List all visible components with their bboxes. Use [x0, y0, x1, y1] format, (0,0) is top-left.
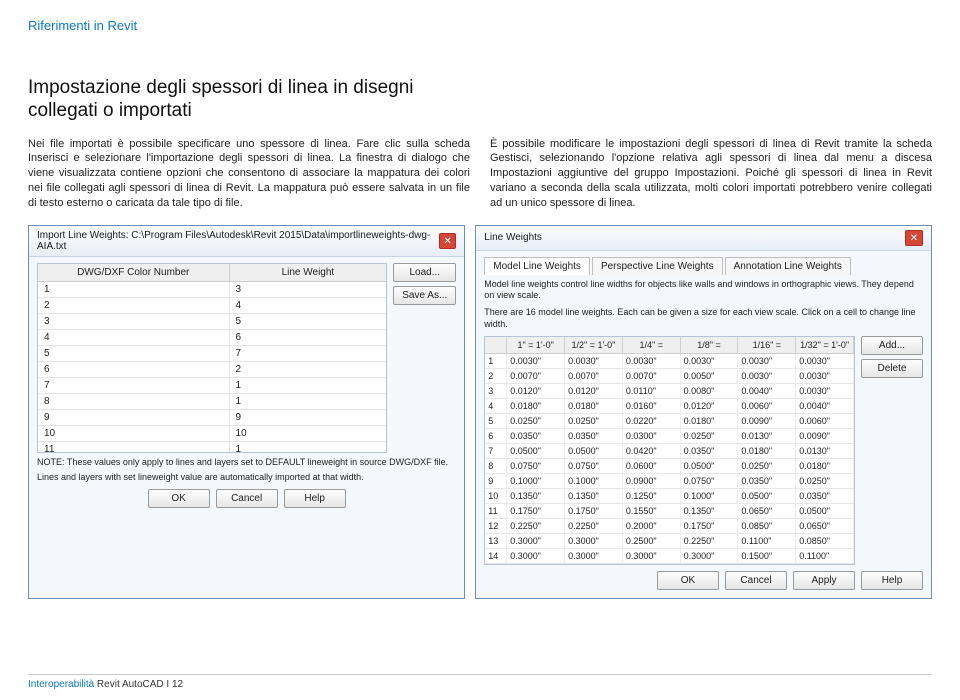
tab-bar: Model Line Weights Perspective Line Weig… — [484, 257, 923, 275]
dialog-title-bar: Line Weights ✕ — [476, 226, 931, 251]
tab-model-line-weights[interactable]: Model Line Weights — [484, 257, 590, 275]
apply-button[interactable]: Apply — [793, 571, 855, 590]
tab-perspective-line-weights[interactable]: Perspective Line Weights — [592, 257, 723, 275]
table-row[interactable]: 1010 — [38, 426, 386, 442]
table-row[interactable]: 30.0120"0.0120"0.0110"0.0080"0.0040"0.00… — [485, 384, 854, 399]
article-columns: Nei file importati è possibile specifica… — [28, 137, 932, 211]
article-title: Impostazione degli spessori di linea in … — [28, 77, 488, 123]
article-col-2: È possibile modificare le impostazioni d… — [490, 137, 932, 211]
table-row[interactable]: 10.0030"0.0030"0.0030"0.0030"0.0030"0.00… — [485, 354, 854, 369]
table-row[interactable]: 111 — [38, 442, 386, 452]
table-row[interactable]: 140.3000"0.3000"0.3000"0.3000"0.1500"0.1… — [485, 549, 854, 564]
lineweight-map-table: DWG/DXF Color Number Line Weight 1324354… — [37, 263, 387, 453]
footer-label: Interoperabilità — [28, 679, 94, 690]
table-row[interactable]: 24 — [38, 298, 386, 314]
tab-annotation-line-weights[interactable]: Annotation Line Weights — [725, 257, 851, 275]
close-icon[interactable]: ✕ — [905, 230, 923, 246]
table-row[interactable]: 57 — [38, 346, 386, 362]
cancel-button[interactable]: Cancel — [216, 489, 278, 508]
col-header: 1" = 1'-0" — [507, 337, 565, 353]
save-as-button[interactable]: Save As... — [393, 286, 456, 305]
col-header-weight: Line Weight — [230, 264, 387, 281]
col-header-color: DWG/DXF Color Number — [38, 264, 230, 281]
article-col-1: Nei file importati è possibile specifica… — [28, 137, 470, 211]
dialog-title-text: Line Weights — [484, 232, 542, 243]
breadcrumb: Riferimenti in Revit — [28, 18, 932, 33]
table-row[interactable]: 90.1000"0.1000"0.0900"0.0750"0.0350"0.02… — [485, 474, 854, 489]
table-row[interactable]: 71 — [38, 378, 386, 394]
table-row[interactable]: 130.3000"0.3000"0.2500"0.2250"0.1100"0.0… — [485, 534, 854, 549]
cancel-button[interactable]: Cancel — [725, 571, 787, 590]
table-row[interactable]: 120.2250"0.2250"0.2000"0.1750"0.0850"0.0… — [485, 519, 854, 534]
table-row[interactable]: 81 — [38, 394, 386, 410]
col-header: 1/16" = — [738, 337, 796, 353]
table-row[interactable]: 62 — [38, 362, 386, 378]
col-header: 1/8" = — [681, 337, 739, 353]
ok-button[interactable]: OK — [657, 571, 719, 590]
table-row[interactable]: 46 — [38, 330, 386, 346]
import-line-weights-dialog: Import Line Weights: C:\Program Files\Au… — [28, 225, 465, 599]
table-row[interactable]: 70.0500"0.0500"0.0420"0.0350"0.0180"0.01… — [485, 444, 854, 459]
col-header: 1/2" = 1'-0" — [565, 337, 623, 353]
table-row[interactable]: 60.0350"0.0350"0.0300"0.0250"0.0130"0.00… — [485, 429, 854, 444]
footer-page: Revit AutoCAD I 12 — [94, 679, 183, 690]
delete-button[interactable]: Delete — [861, 359, 923, 378]
note-line-1: NOTE: These values only apply to lines a… — [37, 457, 456, 468]
page-footer: Interoperabilità Revit AutoCAD I 12 — [28, 674, 932, 690]
table-row[interactable]: 80.0750"0.0750"0.0600"0.0500"0.0250"0.01… — [485, 459, 854, 474]
model-line-weights-table: 1" = 1'-0"1/2" = 1'-0"1/4" =1/8" =1/16" … — [484, 336, 855, 565]
table-row[interactable]: 50.0250"0.0250"0.0220"0.0180"0.0090"0.00… — [485, 414, 854, 429]
col-header: 1/32" = 1'-0" — [796, 337, 854, 353]
table-row[interactable]: 20.0070"0.0070"0.0070"0.0050"0.0030"0.00… — [485, 369, 854, 384]
help-button[interactable]: Help — [861, 571, 923, 590]
line-weights-dialog: Line Weights ✕ Model Line Weights Perspe… — [475, 225, 932, 599]
add-button[interactable]: Add... — [861, 336, 923, 355]
table-row[interactable]: 13 — [38, 282, 386, 298]
tab-description-2: There are 16 model line weights. Each ca… — [484, 307, 923, 330]
ok-button[interactable]: OK — [148, 489, 210, 508]
table-row[interactable]: 100.1350"0.1350"0.1250"0.1000"0.0500"0.0… — [485, 489, 854, 504]
help-button[interactable]: Help — [284, 489, 346, 508]
table-row[interactable]: 40.0180"0.0180"0.0160"0.0120"0.0060"0.00… — [485, 399, 854, 414]
close-icon[interactable]: ✕ — [439, 233, 456, 249]
table-row[interactable]: 99 — [38, 410, 386, 426]
table-row[interactable]: 35 — [38, 314, 386, 330]
note-line-2: Lines and layers with set lineweight val… — [37, 472, 456, 483]
table-row[interactable]: 110.1750"0.1750"0.1550"0.1350"0.0650"0.0… — [485, 504, 854, 519]
col-header: 1/4" = — [623, 337, 681, 353]
load-button[interactable]: Load... — [393, 263, 456, 282]
dialog-title-text: Import Line Weights: C:\Program Files\Au… — [37, 230, 439, 252]
tab-description-1: Model line weights control line widths f… — [484, 279, 923, 302]
dialog-title-bar: Import Line Weights: C:\Program Files\Au… — [29, 226, 464, 257]
